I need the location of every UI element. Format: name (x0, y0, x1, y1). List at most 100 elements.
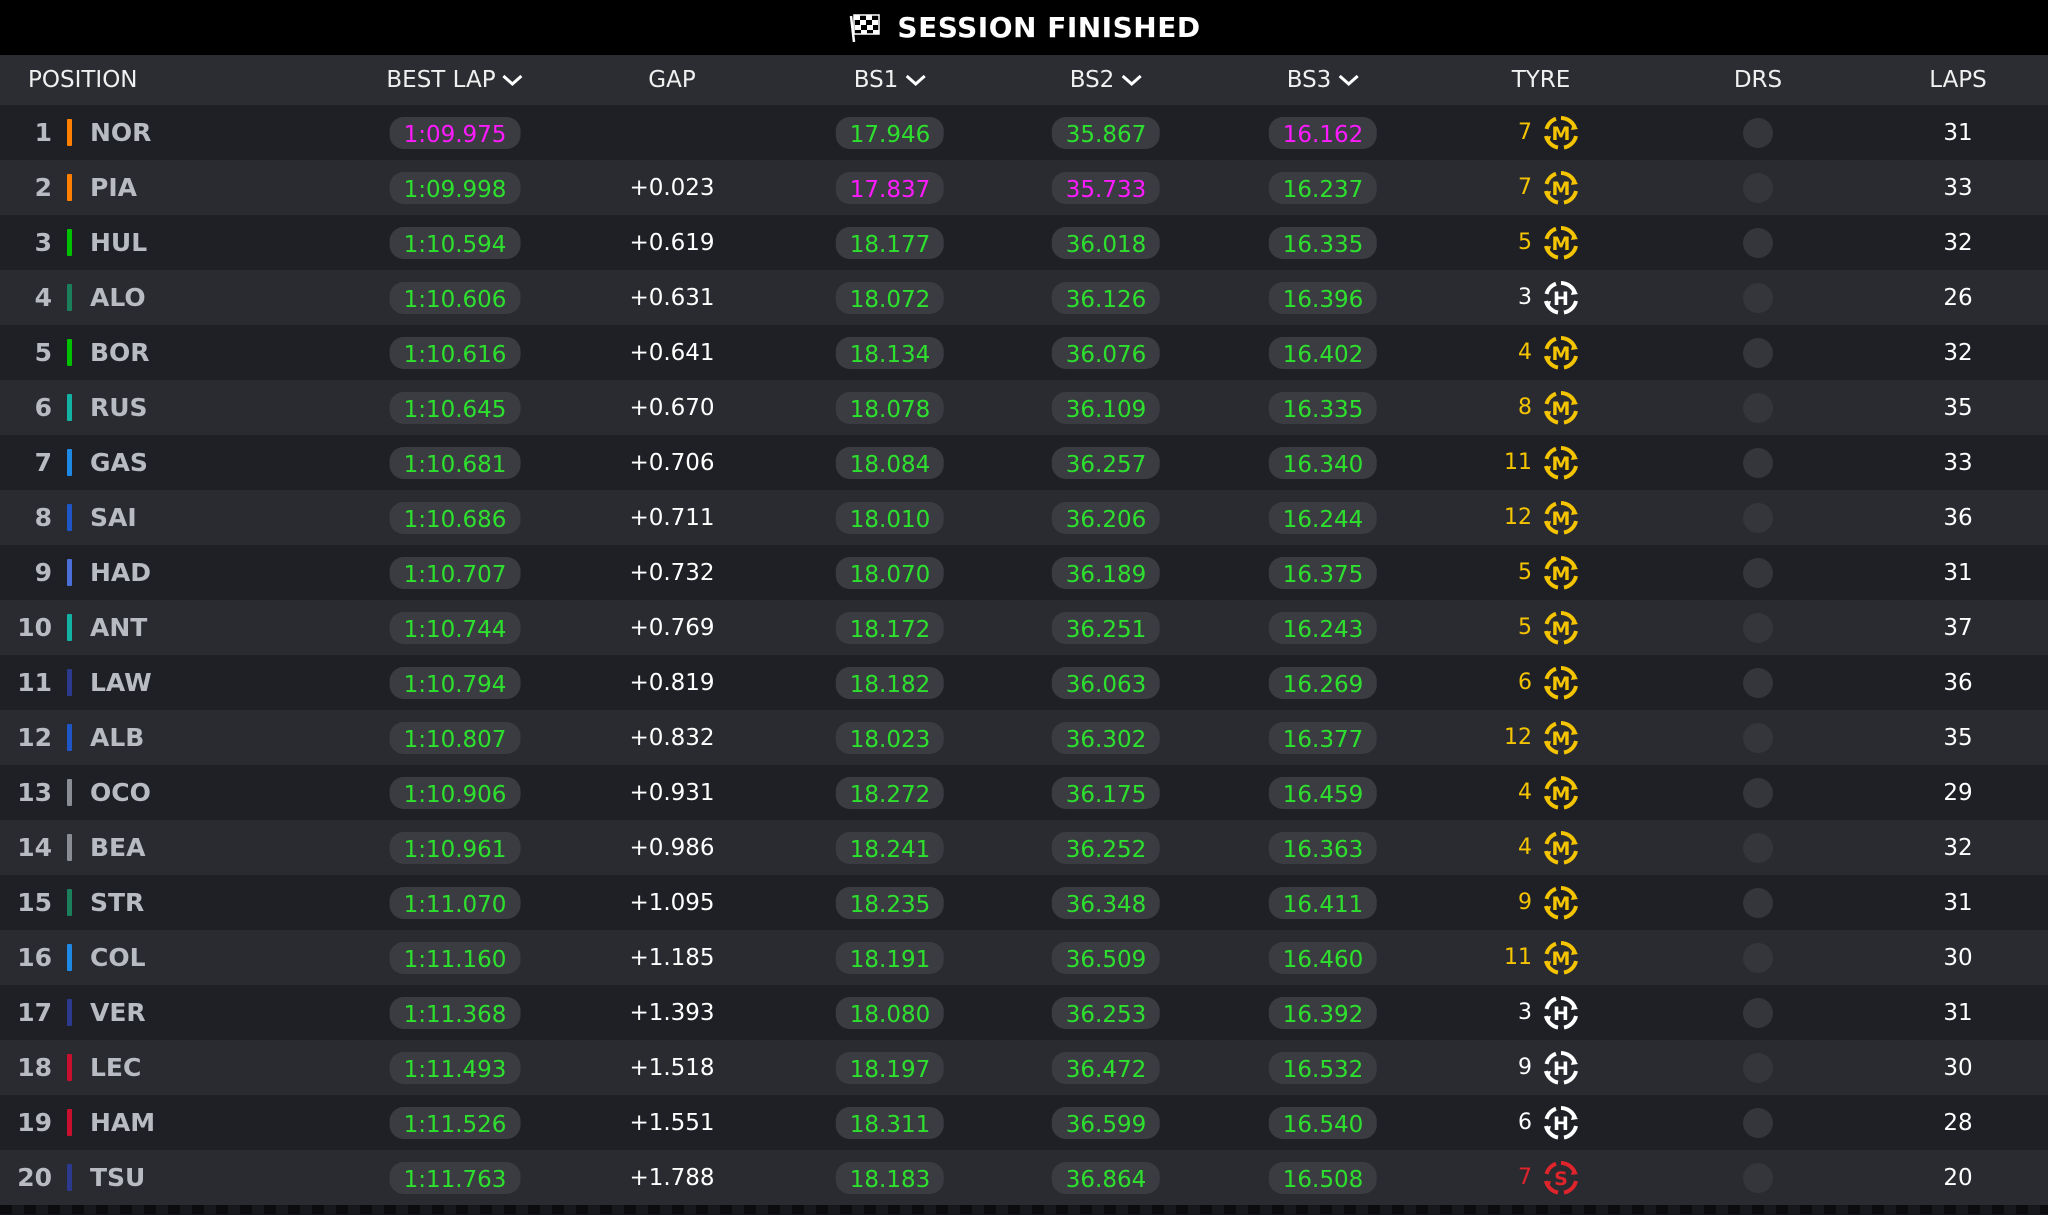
header-bs3[interactable]: BS3 (1287, 55, 1360, 105)
position-number: 3 (34, 228, 52, 257)
bs1-time: 17.837 (835, 171, 945, 204)
driver-code[interactable]: TSU (90, 1150, 145, 1205)
table-row[interactable]: 7 GAS 1:10.681 +0.706 18.084 36.257 16.3… (0, 435, 2048, 490)
svg-text:H: H (1553, 1058, 1569, 1080)
table-row[interactable]: 10 ANT 1:10.744 +0.769 18.172 36.251 16.… (0, 600, 2048, 655)
table-row[interactable]: 19 HAM 1:11.526 +1.551 18.311 36.599 16.… (0, 1095, 2048, 1150)
header-tyre[interactable]: TYRE (1512, 55, 1571, 105)
driver-code[interactable]: COL (90, 930, 146, 985)
table-row[interactable]: 6 RUS 1:10.645 +0.670 18.078 36.109 16.3… (0, 380, 2048, 435)
medium-tyre-icon: M (1544, 775, 1578, 809)
tyre-cell: 9 M (1502, 875, 1580, 930)
table-row[interactable]: 15 STR 1:11.070 +1.095 18.235 36.348 16.… (0, 875, 2048, 930)
driver-code[interactable]: NOR (90, 105, 151, 160)
bs2-time: 36.126 (1051, 281, 1161, 314)
bs1-time: 17.946 (835, 116, 945, 149)
team-color-bar (67, 614, 72, 641)
drs-indicator (1743, 832, 1773, 863)
bs3-time: 16.237 (1268, 171, 1378, 204)
bs1-time: 18.070 (835, 556, 945, 589)
medium-tyre-icon: M (1544, 500, 1578, 534)
header-gap[interactable]: GAP (648, 55, 695, 105)
tyre-age: 7 (1518, 1165, 1532, 1190)
svg-text:H: H (1553, 288, 1569, 310)
position-number: 20 (17, 1163, 52, 1192)
table-row[interactable]: 9 HAD 1:10.707 +0.732 18.070 36.189 16.3… (0, 545, 2048, 600)
header-best-lap[interactable]: BEST LAP (386, 55, 523, 105)
gap-value: +1.551 (629, 1109, 715, 1136)
best-lap-time: 1:11.160 (389, 941, 521, 974)
tyre-cell: 4 M (1502, 765, 1580, 820)
driver-code[interactable]: RUS (90, 380, 148, 435)
bs2-time: 36.175 (1051, 776, 1161, 809)
bs2-time: 36.864 (1051, 1161, 1161, 1194)
driver-code[interactable]: LAW (90, 655, 152, 710)
table-row[interactable]: 1 NOR 1:09.975 17.946 35.867 16.162 7 M … (0, 105, 2048, 160)
driver-code[interactable]: ALO (90, 270, 146, 325)
table-row[interactable]: 3 HUL 1:10.594 +0.619 18.177 36.018 16.3… (0, 215, 2048, 270)
svg-text:M: M (1552, 343, 1571, 365)
drs-indicator (1743, 887, 1773, 918)
drs-indicator (1743, 282, 1773, 313)
table-row[interactable]: 20 TSU 1:11.763 +1.788 18.183 36.864 16.… (0, 1150, 2048, 1205)
gap-value: +0.732 (629, 559, 715, 586)
table-row[interactable]: 4 ALO 1:10.606 +0.631 18.072 36.126 16.3… (0, 270, 2048, 325)
header-bs1[interactable]: BS1 (854, 55, 927, 105)
table-row[interactable]: 14 BEA 1:10.961 +0.986 18.241 36.252 16.… (0, 820, 2048, 875)
team-color-bar (67, 1109, 72, 1136)
gap-value: +0.819 (629, 669, 715, 696)
table-row[interactable]: 16 COL 1:11.160 +1.185 18.191 36.509 16.… (0, 930, 2048, 985)
driver-code[interactable]: LEC (90, 1040, 141, 1095)
bs3-time: 16.460 (1268, 941, 1378, 974)
tyre-age: 7 (1518, 175, 1532, 200)
driver-code[interactable]: HAD (90, 545, 151, 600)
driver-code[interactable]: SAI (90, 490, 137, 545)
table-row[interactable]: 12 ALB 1:10.807 +0.832 18.023 36.302 16.… (0, 710, 2048, 765)
driver-code[interactable]: BOR (90, 325, 150, 380)
bs1-time: 18.183 (835, 1161, 945, 1194)
bs1-time: 18.010 (835, 501, 945, 534)
driver-code[interactable]: HAM (90, 1095, 155, 1150)
table-row[interactable]: 5 BOR 1:10.616 +0.641 18.134 36.076 16.4… (0, 325, 2048, 380)
best-lap-time: 1:11.368 (389, 996, 521, 1029)
driver-code[interactable]: PIA (90, 160, 137, 215)
session-title: SESSION FINISHED (897, 11, 1201, 44)
medium-tyre-icon: M (1544, 170, 1578, 204)
tyre-age: 5 (1518, 230, 1532, 255)
header-laps[interactable]: LAPS (1929, 55, 1987, 105)
header-position[interactable]: POSITION (28, 55, 138, 105)
driver-code[interactable]: HUL (90, 215, 147, 270)
drs-indicator (1743, 502, 1773, 533)
table-row[interactable]: 8 SAI 1:10.686 +0.711 18.010 36.206 16.2… (0, 490, 2048, 545)
table-row[interactable]: 2 PIA 1:09.998 +0.023 17.837 35.733 16.2… (0, 160, 2048, 215)
header-drs[interactable]: DRS (1734, 55, 1782, 105)
best-lap-time: 1:10.807 (389, 721, 521, 754)
driver-code[interactable]: VER (90, 985, 146, 1040)
table-row[interactable]: 11 LAW 1:10.794 +0.819 18.182 36.063 16.… (0, 655, 2048, 710)
header-bs2[interactable]: BS2 (1070, 55, 1143, 105)
position-number: 6 (34, 393, 52, 422)
laps-count: 31 (1943, 999, 1973, 1026)
best-lap-time: 1:11.493 (389, 1051, 521, 1084)
best-lap-time: 1:10.744 (389, 611, 521, 644)
driver-code[interactable]: BEA (90, 820, 145, 875)
bs1-time: 18.084 (835, 446, 945, 479)
gap-value: +0.631 (629, 284, 715, 311)
driver-code[interactable]: ALB (90, 710, 144, 765)
best-lap-time: 1:10.686 (389, 501, 521, 534)
table-row[interactable]: 13 OCO 1:10.906 +0.931 18.272 36.175 16.… (0, 765, 2048, 820)
team-color-bar (67, 1164, 72, 1191)
driver-code[interactable]: ANT (90, 600, 147, 655)
table-row[interactable]: 18 LEC 1:11.493 +1.518 18.197 36.472 16.… (0, 1040, 2048, 1095)
tyre-age: 4 (1518, 340, 1532, 365)
gap-value: +1.185 (629, 944, 715, 971)
driver-code[interactable]: STR (90, 875, 144, 930)
driver-code[interactable]: OCO (90, 765, 151, 820)
checkered-flag-icon (850, 13, 881, 42)
position-number: 4 (34, 283, 52, 312)
drs-indicator (1743, 777, 1773, 808)
table-row[interactable]: 17 VER 1:11.368 +1.393 18.080 36.253 16.… (0, 985, 2048, 1040)
laps-count: 29 (1943, 779, 1973, 806)
driver-code[interactable]: GAS (90, 435, 148, 490)
hard-tyre-icon: H (1544, 280, 1578, 314)
